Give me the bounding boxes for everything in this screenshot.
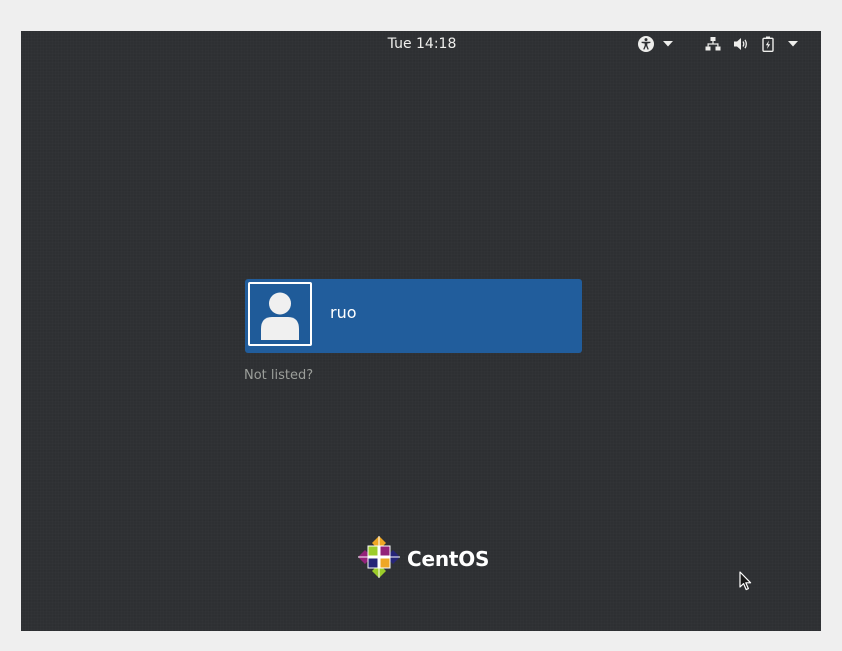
default-user-icon xyxy=(248,282,312,346)
mouse-pointer-icon xyxy=(739,571,753,595)
clock-label: Tue 14:18 xyxy=(387,36,457,52)
not-listed-button[interactable]: Not listed? xyxy=(244,368,313,383)
accessibility-menu[interactable] xyxy=(637,31,685,57)
network-wired-icon xyxy=(705,36,721,52)
login-screen: Tue 14:18 ruo Not listed? CentOS xyxy=(21,31,821,631)
volume-icon xyxy=(733,36,749,52)
user-name-label: ruo xyxy=(330,303,357,322)
top-bar-clock[interactable]: Tue 14:18 xyxy=(21,36,821,52)
accessibility-icon xyxy=(637,35,655,53)
chevron-down-icon xyxy=(663,41,673,47)
centos-logo: CentOS xyxy=(357,536,489,582)
centos-logo-text: CentOS xyxy=(407,547,490,571)
battery-charging-icon xyxy=(762,36,774,52)
centos-logo-icon xyxy=(357,535,401,583)
chevron-down-icon xyxy=(788,41,798,47)
user-list-item[interactable]: ruo xyxy=(245,279,582,353)
system-menu[interactable] xyxy=(705,31,811,57)
